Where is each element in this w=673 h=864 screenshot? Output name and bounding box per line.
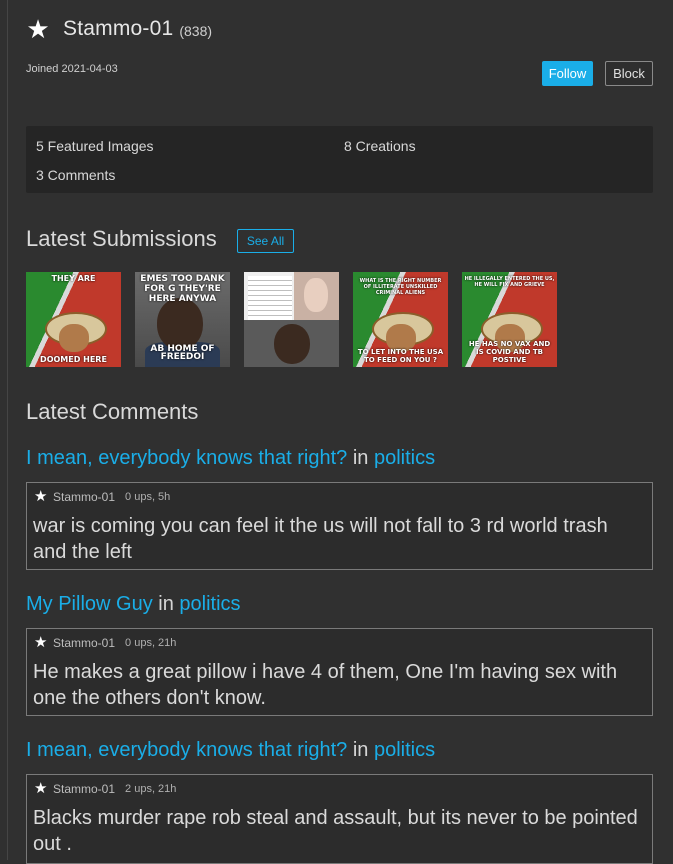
face-shape	[304, 278, 328, 312]
stream-link[interactable]: politics	[374, 447, 435, 469]
post-title-link[interactable]: I mean, everybody knows that right?	[26, 447, 347, 469]
stream-link[interactable]: politics	[179, 593, 240, 615]
comment-stats: 0 ups, 5h	[125, 490, 171, 503]
comment-text: He makes a great pillow i have 4 of them…	[33, 661, 618, 709]
star-icon: ★	[34, 488, 48, 505]
person-shape	[157, 298, 203, 350]
latest-comments-title: Latest Comments	[26, 399, 199, 424]
comment-meta: ★ Stammo-01 2 ups, 21h	[34, 781, 176, 796]
stat-featured-images[interactable]: 5 Featured Images	[36, 138, 154, 154]
comment-post-link: My Pillow Guy in politics	[26, 593, 241, 616]
comment-box: ★ Stammo-01 0 ups, 21h He makes a great …	[26, 628, 653, 716]
comment-box: ★ Stammo-01 2 ups, 21h Blacks murder rap…	[26, 774, 653, 864]
in-label: in	[352, 739, 369, 761]
submission-thumbnail[interactable]: THEY ARE DOOMED HERE	[26, 272, 121, 367]
submission-thumbnail[interactable]	[244, 272, 339, 367]
person-shape	[274, 324, 310, 364]
star-icon: ★	[34, 780, 48, 797]
latest-submissions-title: Latest Submissions	[26, 226, 217, 251]
meme-bottom-text: HE HAS NO VAX AND IS COVID AND TB POSTIV…	[468, 340, 551, 364]
post-title-link[interactable]: I mean, everybody knows that right?	[26, 739, 347, 761]
comment-meta: ★ Stammo-01 0 ups, 5h	[34, 489, 170, 504]
user-points: (838)	[179, 23, 213, 39]
follow-button[interactable]: Follow	[542, 61, 593, 86]
block-button[interactable]: Block	[605, 61, 653, 86]
comment-text: war is coming you can feel it the us wil…	[33, 515, 608, 563]
comment-post-link: I mean, everybody knows that right? in p…	[26, 447, 435, 470]
comment-author[interactable]: Stammo-01	[53, 636, 115, 650]
meme-bottom-text: DOOMED HERE	[40, 355, 107, 364]
comment-author[interactable]: Stammo-01	[53, 490, 115, 504]
meme-top-text: EMES TOO DANK FOR G THEY'RE HERE ANYWA	[140, 274, 225, 304]
star-icon: ★	[34, 634, 48, 651]
post-title-link[interactable]: My Pillow Guy	[26, 593, 153, 615]
meme-bottom-text: TO LET INTO THE USA TO FEED ON YOU ?	[357, 348, 444, 364]
username[interactable]: Stammo-01	[63, 17, 173, 41]
comment-text: Blacks murder rape rob steal and assault…	[33, 807, 638, 855]
see-all-button[interactable]: See All	[237, 229, 294, 253]
comment-stats: 0 ups, 21h	[125, 636, 177, 649]
in-label: in	[158, 593, 174, 615]
in-label: in	[352, 447, 369, 469]
meme-top-text: WHAT IS THE RIGHT NUMBER OF ILLITERATE U…	[359, 278, 442, 296]
tweet-shape	[248, 276, 292, 320]
stream-link[interactable]: politics	[374, 739, 435, 761]
submission-thumbnail[interactable]: HE ILLEGALLY ENTERED THE US, HE WILL FIX…	[462, 272, 557, 367]
comment-author[interactable]: Stammo-01	[53, 782, 115, 796]
star-icon: ★	[26, 14, 50, 44]
left-divider	[7, 0, 8, 860]
comment-stats: 2 ups, 21h	[125, 782, 177, 795]
comment-meta: ★ Stammo-01 0 ups, 21h	[34, 635, 176, 650]
comment-box: ★ Stammo-01 0 ups, 5h war is coming you …	[26, 482, 653, 570]
meme-top-text: HE ILLEGALLY ENTERED THE US, HE WILL FIX…	[464, 276, 555, 288]
face-shape	[58, 324, 89, 353]
comment-post-link: I mean, everybody knows that right? in p…	[26, 739, 435, 762]
profile-header: ★ Stammo-01 (838)	[26, 14, 212, 44]
stats-panel: 5 Featured Images 8 Creations 3 Comments	[26, 126, 653, 193]
meme-top-text: THEY ARE	[51, 274, 96, 283]
joined-date: Joined 2021-04-03	[26, 63, 118, 75]
meme-bottom-text: AB HOME OF FREEDOI	[150, 344, 215, 362]
submission-thumbnail[interactable]: EMES TOO DANK FOR G THEY'RE HERE ANYWA A…	[135, 272, 230, 367]
stat-creations[interactable]: 8 Creations	[344, 138, 416, 154]
submission-thumbnail[interactable]: WHAT IS THE RIGHT NUMBER OF ILLITERATE U…	[353, 272, 448, 367]
stat-comments[interactable]: 3 Comments	[36, 167, 115, 183]
